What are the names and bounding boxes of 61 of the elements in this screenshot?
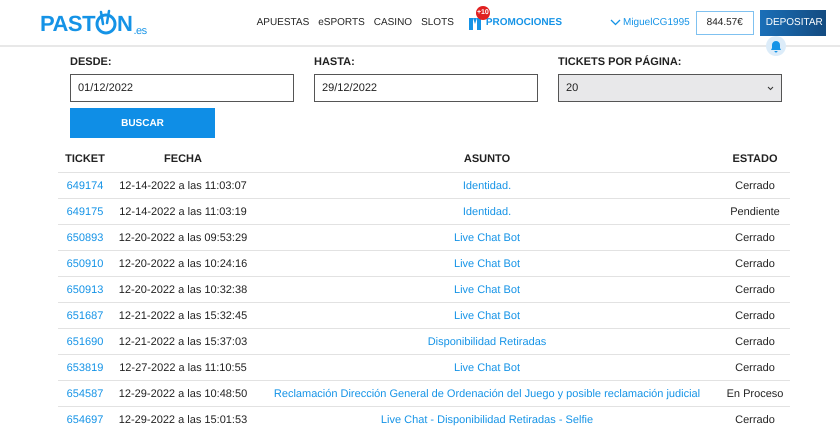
subject-link[interactable]: Live Chat Bot: [454, 362, 520, 374]
subject-link[interactable]: Live Chat - Disponibilidad Retiradas - Selfie: [380, 414, 594, 426]
ticket-link[interactable]: 650910: [66, 258, 104, 270]
nav-link[interactable]: eSPORTS: [318, 17, 365, 28]
status-cell: En Proceso: [720, 380, 790, 406]
subject-link[interactable]: Identidad.: [462, 206, 512, 218]
date-field[interactable]: 01/12/2022: [70, 74, 294, 102]
subject-link[interactable]: Identidad.: [462, 180, 512, 192]
ticket-link[interactable]: 649175: [66, 206, 104, 218]
column-header: ASUNTO: [254, 146, 720, 172]
nav-link[interactable]: CASINO: [374, 17, 412, 28]
search-button[interactable]: BUSCAR: [70, 108, 215, 138]
page-size-select[interactable]: 20: [558, 74, 782, 102]
status-cell: Cerrado: [720, 250, 790, 276]
date-cell: 12-21-2022 a las 15:32:45: [112, 302, 254, 328]
subject-link[interactable]: Disponibilidad Retiradas: [428, 336, 546, 348]
date-cell: 12-27-2022 a las 11:10:55: [112, 354, 254, 380]
subject-link[interactable]: Live Chat Bot: [454, 310, 520, 322]
ticket-link[interactable]: 654587: [66, 388, 104, 400]
subject-link[interactable]: Live Chat Bot: [454, 258, 520, 270]
balance-display: 844.57€: [696, 10, 754, 34]
date-cell: 12-20-2022 a las 10:24:16: [112, 250, 254, 276]
ticket-link[interactable]: 651690: [66, 336, 104, 348]
ticket-link[interactable]: 649174: [66, 180, 104, 192]
chevron-down-icon: [767, 86, 774, 90]
date-cell: 12-21-2022 a las 15:37:03: [112, 328, 254, 354]
status-cell: Pendiente: [720, 198, 790, 224]
status-cell: Cerrado: [720, 406, 790, 432]
date-cell: 12-20-2022 a las 09:53:29: [112, 224, 254, 250]
ticket-link[interactable]: 653819: [66, 362, 104, 374]
date-cell: 12-29-2022 a las 15:01:53: [112, 406, 254, 432]
ticket-link[interactable]: 654697: [66, 414, 104, 426]
ticket-link[interactable]: 651687: [66, 310, 104, 322]
status-cell: Cerrado: [720, 328, 790, 354]
ticket-link[interactable]: 650893: [66, 232, 104, 244]
field-label: TICKETS POR PÁGINA:: [558, 56, 682, 68]
field-label: DESDE:: [70, 56, 113, 68]
status-cell: Cerrado: [720, 172, 790, 198]
subject-link[interactable]: Reclamación Dirección General de Ordenación del Juego y posible reclamación judicial: [274, 388, 700, 400]
nav-link[interactable]: SLOTS: [421, 17, 454, 28]
deposit-button[interactable]: DEPOSITAR: [760, 10, 826, 36]
date-cell: 12-20-2022 a las 10:32:38: [112, 276, 254, 302]
date-cell: 12-14-2022 a las 11:03:19: [112, 198, 254, 224]
status-cell: Cerrado: [720, 354, 790, 380]
status-cell: Cerrado: [720, 276, 790, 302]
subject-link[interactable]: Live Chat Bot: [454, 284, 520, 296]
chevron-down-icon: [610, 19, 621, 26]
column-header: ESTADO: [720, 146, 790, 172]
column-header: FECHA: [112, 146, 254, 172]
subject-link[interactable]: Live Chat Bot: [454, 232, 520, 244]
nav-link[interactable]: APUESTAS: [256, 17, 310, 28]
status-cell: Cerrado: [720, 224, 790, 250]
date-cell: 12-29-2022 a las 10:48:50: [112, 380, 254, 406]
date-field[interactable]: 29/12/2022: [314, 74, 538, 102]
field-label: HASTA:: [314, 56, 356, 68]
bell-icon[interactable]: [766, 36, 786, 56]
status-cell: Cerrado: [720, 302, 790, 328]
user-menu[interactable]: MiguelCG1995: [610, 17, 690, 28]
column-header: TICKET: [58, 146, 112, 172]
date-cell: 12-14-2022 a las 11:03:07: [112, 172, 254, 198]
ticket-link[interactable]: 650913: [66, 284, 104, 296]
